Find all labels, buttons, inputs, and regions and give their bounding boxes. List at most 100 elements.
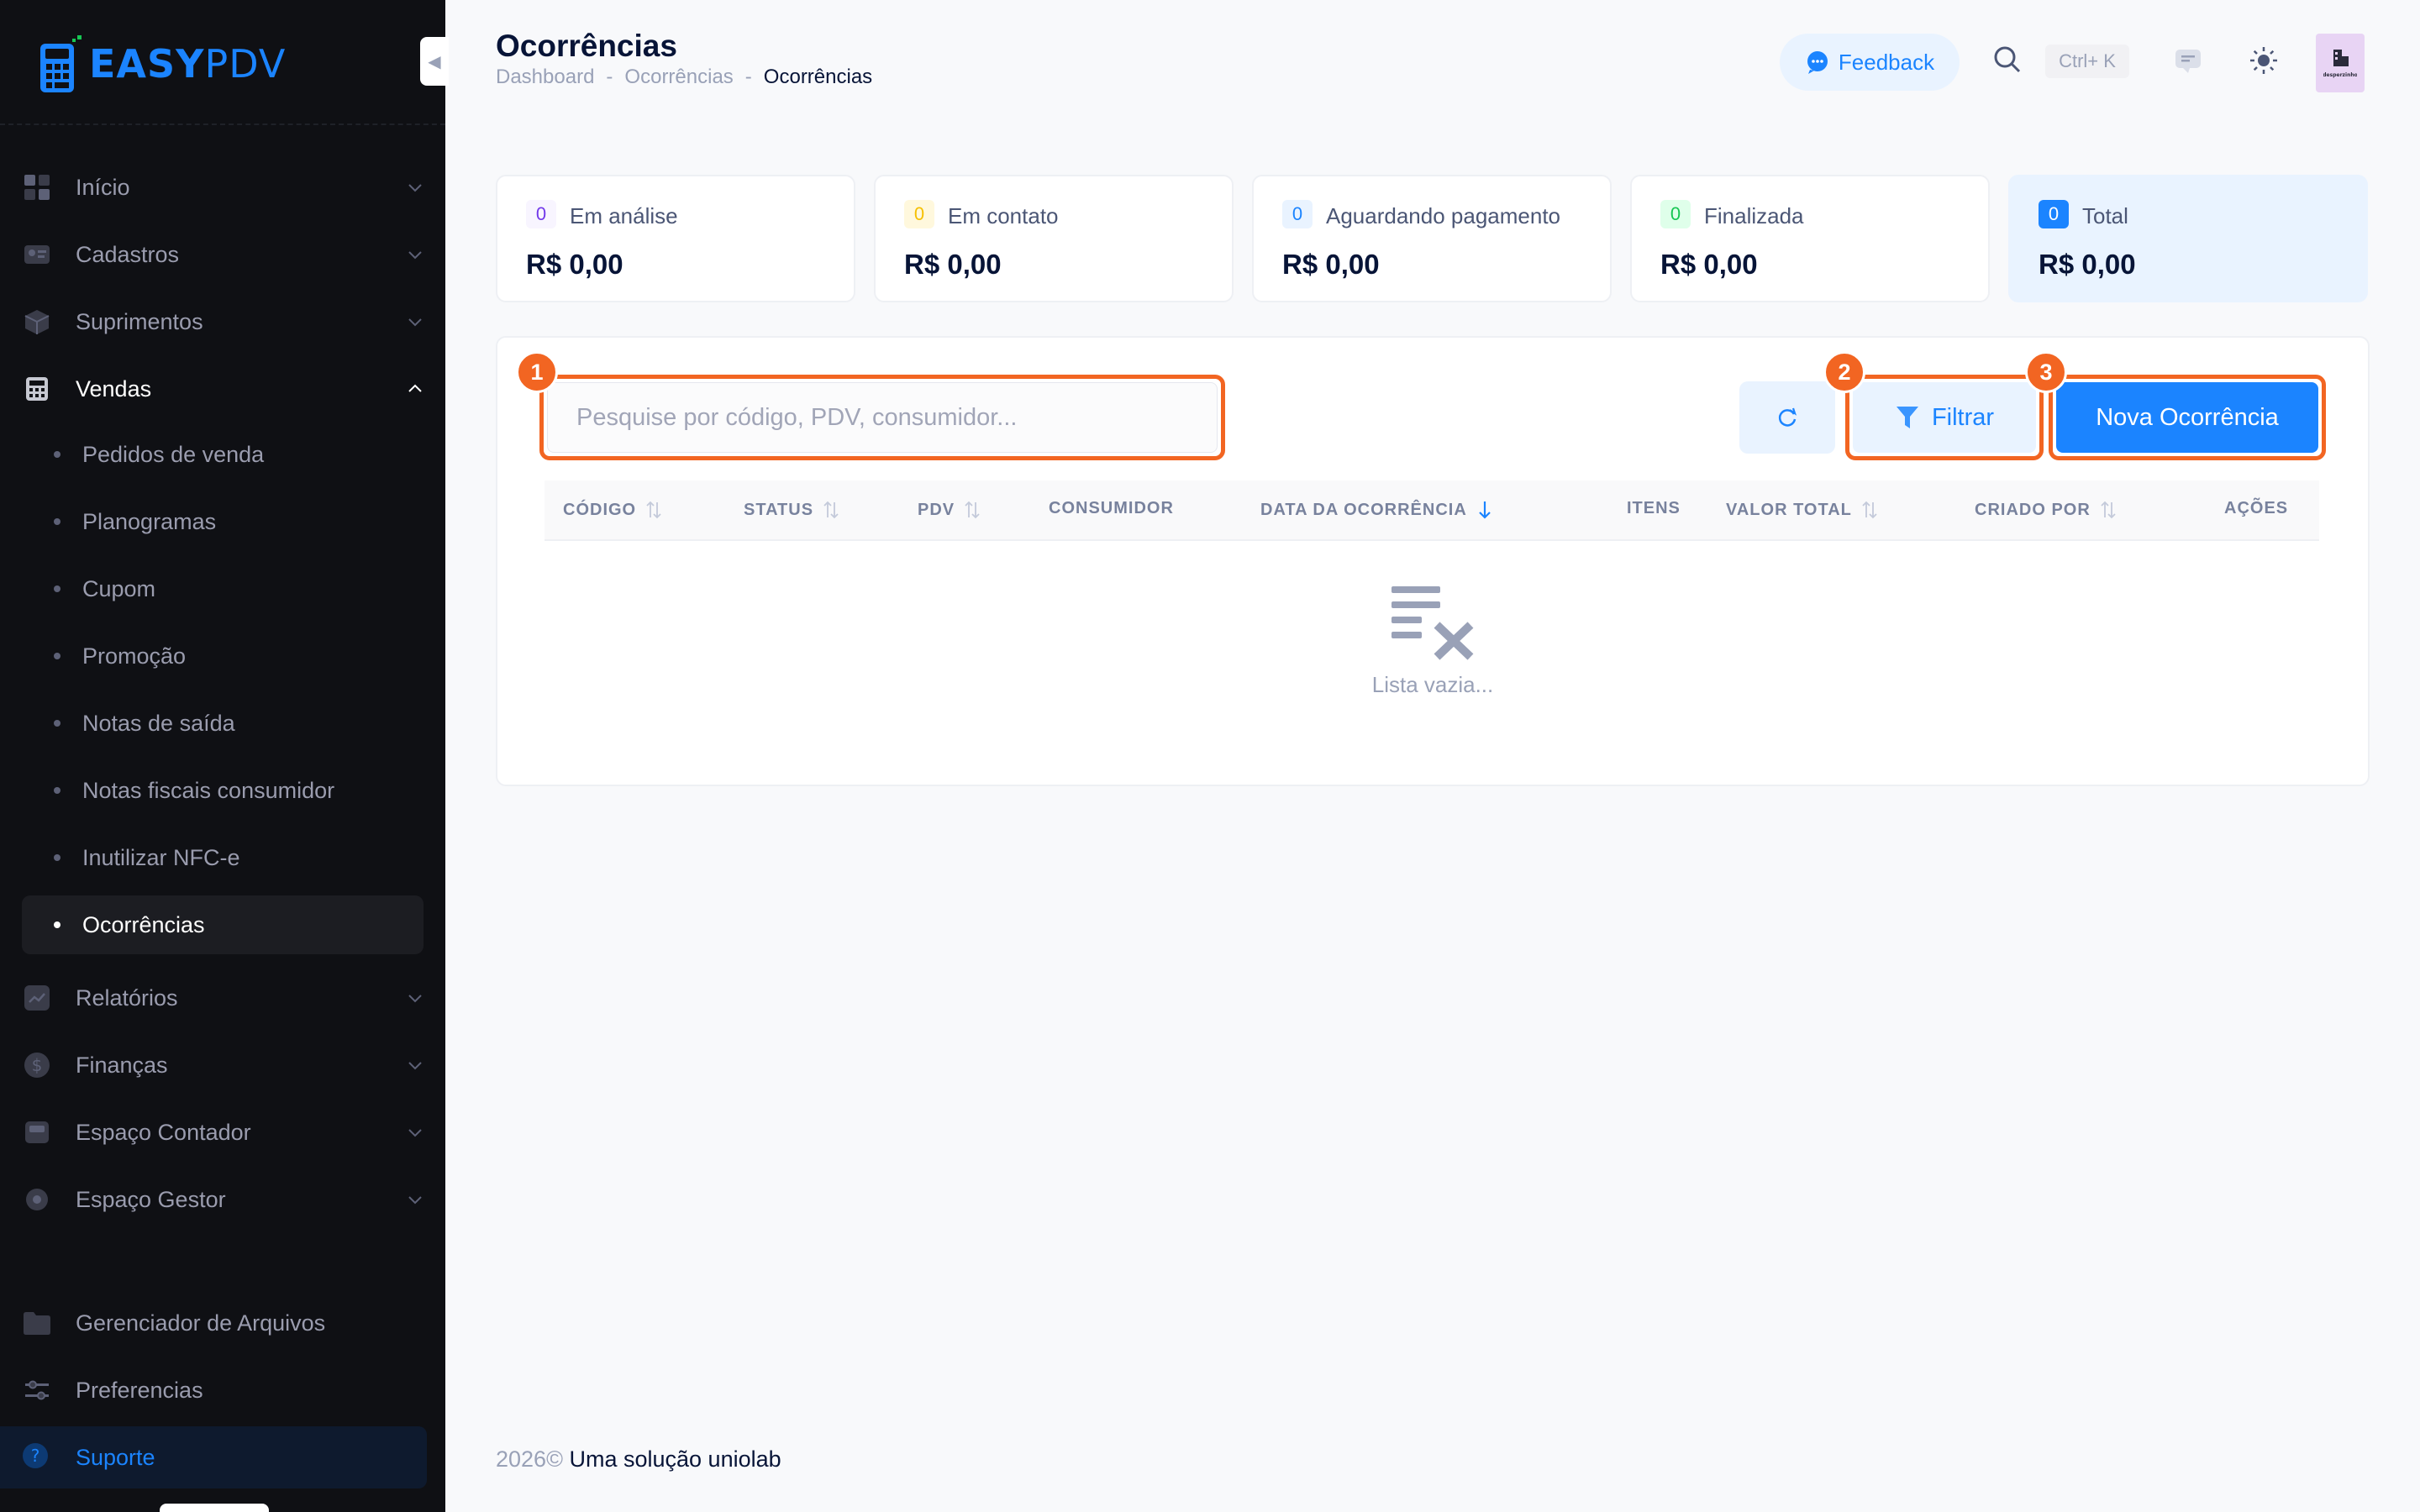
empty-state-text: Lista vazia...	[1371, 672, 1494, 697]
sidebar-item-vendas[interactable]: Vendas	[22, 360, 425, 418]
sidebar-item-preferencias[interactable]: Preferencias	[22, 1361, 425, 1420]
feedback-label: Feedback	[1838, 49, 1935, 75]
breadcrumb: Dashboard - Ocorrências - Ocorrências	[496, 66, 872, 89]
column-label: AÇÕES	[2224, 499, 2289, 517]
bullet-icon	[54, 653, 60, 659]
sidebar-item-espaco-gestor[interactable]: Espaço Gestor	[22, 1170, 425, 1229]
stat-card-em-contato[interactable]: 0 Em contato R$ 0,00	[874, 175, 1234, 302]
chat-icon	[1807, 51, 1828, 74]
search-input[interactable]	[547, 382, 1218, 453]
stat-label: Finalizada	[1704, 203, 1804, 228]
sidebar-item-label: Espaço Contador	[76, 1119, 251, 1145]
avatar[interactable]: desperzinho	[2316, 34, 2365, 92]
stat-label: Total	[2082, 203, 2128, 228]
column-label: ITENS	[1627, 499, 1681, 517]
sun-icon[interactable]	[2249, 45, 2279, 76]
stat-card-finalizada[interactable]: 0 Finalizada R$ 0,00	[1630, 175, 1990, 302]
sidebar-subitem-inutilizar[interactable]: Inutilizar NFC-e	[22, 828, 424, 887]
sort-desc-icon	[1478, 501, 1491, 519]
sidebar-divider	[0, 123, 445, 125]
new-occurrence-button[interactable]: Nova Ocorrência	[2056, 382, 2318, 453]
column-label: PDV	[918, 500, 955, 519]
logo-text-easy: EASY	[89, 41, 205, 87]
box-icon	[22, 307, 52, 337]
sidebar-item-financas[interactable]: $ Finanças	[22, 1036, 425, 1095]
column-header-valor-total[interactable]: VALOR TOTAL	[1726, 499, 1879, 521]
chevron-down-icon	[408, 1196, 422, 1205]
table-header: CÓDIGO STATUS PDV CONSUMIDOR DATA DA OCO…	[544, 480, 2319, 541]
app-logo[interactable]: EASYPDV	[39, 30, 286, 97]
filter-label: Filtrar	[1931, 403, 1995, 431]
sidebar-subitem-label: Pedidos de venda	[82, 441, 265, 467]
marker-badge-2: 2	[1823, 351, 1865, 393]
feedback-button[interactable]: Feedback	[1780, 34, 1960, 91]
stat-count-badge: 0	[526, 200, 556, 228]
sidebar-item-label: Gerenciador de Arquivos	[76, 1310, 326, 1336]
sidebar-subitem-pedidos[interactable]: Pedidos de venda	[22, 425, 424, 484]
chevron-down-icon	[408, 1062, 422, 1070]
sidebar-item-label: Espaço Gestor	[76, 1186, 226, 1212]
refresh-button[interactable]	[1739, 381, 1835, 454]
sidebar-subitem-label: Ocorrências	[82, 911, 205, 937]
stat-label: Em análise	[570, 203, 678, 228]
sidebar-subitem-notas-saida[interactable]: Notas de saída	[22, 694, 424, 753]
footer: 2026© Uma solução uniolab	[496, 1446, 781, 1473]
refresh-icon	[1778, 407, 1797, 427]
sort-icon	[2101, 501, 2116, 519]
message-icon[interactable]	[2173, 45, 2203, 76]
column-label: CONSUMIDOR	[1049, 499, 1174, 517]
breadcrumb-separator: -	[606, 66, 613, 88]
sort-icon	[646, 501, 661, 519]
column-header-itens: ITENS	[1627, 499, 1681, 518]
column-header-status[interactable]: STATUS	[744, 499, 840, 521]
stat-value: R$ 0,00	[526, 249, 623, 280]
stat-label: Aguardando pagamento	[1326, 203, 1561, 228]
search-icon[interactable]	[1993, 45, 2022, 74]
id-card-icon	[22, 239, 52, 270]
breadcrumb-separator: -	[744, 66, 752, 88]
svg-text:desperzinho: desperzinho	[2323, 72, 2357, 78]
sidebar-subitem-ocorrencias[interactable]: Ocorrências	[22, 895, 424, 954]
stat-card-aguardando-pagamento[interactable]: 0 Aguardando pagamento R$ 0,00	[1252, 175, 1612, 302]
sidebar-subitem-planogramas[interactable]: Planogramas	[22, 492, 424, 551]
breadcrumb-current: Ocorrências	[763, 66, 873, 88]
column-header-consumidor: CONSUMIDOR	[1049, 499, 1174, 518]
sidebar-item-arquivos[interactable]: Gerenciador de Arquivos	[22, 1294, 425, 1352]
column-header-codigo[interactable]: CÓDIGO	[563, 499, 663, 521]
sidebar-toggle-button[interactable]: ◀	[420, 37, 449, 86]
sidebar-item-label: Início	[76, 174, 130, 200]
sidebar-item-relatorios[interactable]: Relatórios	[22, 969, 425, 1027]
filter-button[interactable]: Filtrar	[1853, 382, 2036, 453]
sidebar-subitem-label: Planogramas	[82, 508, 217, 534]
breadcrumb-ocorrencias[interactable]: Ocorrências	[624, 66, 733, 89]
stat-card-total[interactable]: 0 Total R$ 0,00	[2008, 175, 2368, 302]
stat-card-em-analise[interactable]: 0 Em análise R$ 0,00	[496, 175, 855, 302]
stat-count-badge: 0	[1660, 200, 1691, 228]
column-header-data-ocorrencia[interactable]: DATA DA OCORRÊNCIA	[1260, 499, 1494, 521]
column-header-criado-por[interactable]: CRIADO POR	[1975, 499, 2118, 521]
sidebar-item-label: Preferencias	[76, 1377, 203, 1403]
sidebar-item-suporte[interactable]: ? Suporte	[0, 1426, 427, 1488]
sidebar-item-espaco-contador[interactable]: Espaço Contador	[22, 1103, 425, 1162]
logo-text-pdv: PDV	[204, 41, 287, 87]
breadcrumb-dashboard[interactable]: Dashboard	[496, 66, 594, 89]
chevron-down-icon	[408, 184, 422, 192]
bullet-icon	[54, 787, 60, 794]
sidebar-subitem-cupom[interactable]: Cupom	[22, 559, 424, 618]
svg-text:$: $	[32, 1055, 43, 1075]
sliders-icon	[22, 1375, 52, 1405]
sort-icon	[965, 501, 980, 519]
sidebar-subitem-promocao[interactable]: Promoção	[22, 627, 424, 685]
bullet-icon	[54, 451, 60, 458]
sidebar-subitem-notas-consumidor[interactable]: Notas fiscais consumidor	[22, 761, 424, 820]
chevron-left-icon: ◀	[428, 52, 441, 71]
bullet-icon	[54, 585, 60, 592]
column-header-pdv[interactable]: PDV	[918, 499, 981, 521]
sidebar-item-label: Suporte	[76, 1444, 155, 1470]
search-highlight	[539, 375, 1225, 460]
sidebar-item-cadastros[interactable]: Cadastros	[22, 225, 425, 284]
column-label: VALOR TOTAL	[1726, 500, 1852, 519]
footer-brand-link[interactable]: Uma solução uniolab	[569, 1446, 781, 1472]
sidebar-item-inicio[interactable]: Início	[22, 158, 425, 217]
sidebar-item-suprimentos[interactable]: Suprimentos	[22, 292, 425, 351]
